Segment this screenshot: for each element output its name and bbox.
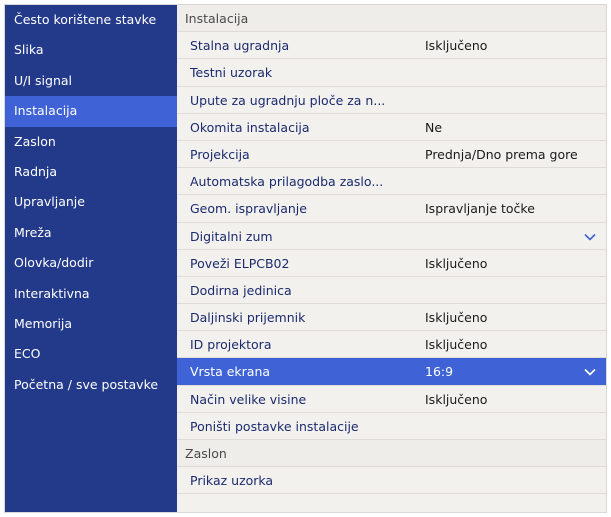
setting-permanent-install[interactable]: Stalna ugradnja Isključeno <box>177 32 606 60</box>
setting-projector-id[interactable]: ID projektora Isključeno <box>177 331 606 359</box>
setting-value: Isključeno <box>425 38 488 54</box>
sidebar-item-installation[interactable]: Instalacija <box>5 96 177 127</box>
setting-board-install-guide[interactable]: Upute za ugradnju ploče za n... <box>177 87 606 114</box>
setting-label: Okomita instalacija <box>190 119 310 135</box>
setting-value: Isključeno <box>425 391 488 407</box>
setting-screen-type[interactable]: Vrsta ekrana 16:9 <box>177 358 606 386</box>
setting-value: Prednja/Dno prema gore <box>425 146 578 162</box>
setting-label: Prikaz uzorka <box>190 473 274 489</box>
setting-value: Isključeno <box>425 310 488 326</box>
setting-label: Projekcija <box>190 146 250 162</box>
setting-auto-screen-fit[interactable]: Automatska prilagodba zaslo... <box>177 168 606 196</box>
setting-label: Poveži ELPCB02 <box>190 255 290 271</box>
setting-projection[interactable]: Projekcija Prednja/Dno prema gore <box>177 141 606 169</box>
chevron-down-icon[interactable] <box>584 366 596 378</box>
sidebar-item-display[interactable]: Zaslon <box>5 127 177 157</box>
sidebar-item-network[interactable]: Mreža <box>5 218 177 248</box>
setting-geometry-correction[interactable]: Geom. ispravljanje Ispravljanje točke <box>177 195 606 223</box>
setting-label: Digitalni zum <box>190 228 273 244</box>
setting-vertical-install[interactable]: Okomita instalacija Ne <box>177 114 606 141</box>
setting-label: Daljinski prijemnik <box>190 310 306 326</box>
setting-high-altitude-mode[interactable]: Način velike visine Isključeno <box>177 386 606 413</box>
setting-label: Vrsta ekrana <box>190 364 271 380</box>
sidebar-item-memory[interactable]: Memorija <box>5 309 177 339</box>
section-header-installation: Instalacija <box>177 5 606 33</box>
section-header-display: Zaslon <box>177 440 606 468</box>
setting-remote-receiver[interactable]: Daljinski prijemnik Isključeno <box>177 304 606 332</box>
sidebar-item-pen-touch[interactable]: Olovka/dodir <box>5 248 177 278</box>
setting-value: 16:9 <box>425 364 454 380</box>
setting-label: Dodirna jedinica <box>190 282 292 298</box>
setting-reset-installation[interactable]: Poništi postavke instalacije <box>177 413 606 440</box>
setting-value: Ispravljanje točke <box>425 201 535 217</box>
sidebar-item-operation[interactable]: Radnja <box>5 157 177 187</box>
setting-value: Isključeno <box>425 337 488 353</box>
setting-connect-elpcb02[interactable]: Poveži ELPCB02 Isključeno <box>177 250 606 277</box>
sidebar-item-management[interactable]: Upravljanje <box>5 187 177 217</box>
setting-label: Način velike visine <box>190 391 307 407</box>
sidebar-item-interactive[interactable]: Interaktivna <box>5 279 177 309</box>
chevron-down-icon[interactable] <box>584 231 596 243</box>
setting-label: Geom. ispravljanje <box>190 201 307 217</box>
setting-label: ID projektora <box>190 337 272 353</box>
setting-value: Ne <box>425 119 443 135</box>
setting-value: Isključeno <box>425 255 488 271</box>
sidebar-item-initial-all-settings[interactable]: Početna / sve postavke <box>5 370 177 400</box>
sidebar-item-frequent[interactable]: Često korištene stavke <box>5 5 177 35</box>
setting-label: Upute za ugradnju ploče za n... <box>190 92 386 108</box>
setting-test-pattern[interactable]: Testni uzorak <box>177 59 606 87</box>
setting-show-pattern[interactable]: Prikaz uzorka <box>177 467 606 495</box>
setting-touch-unit[interactable]: Dodirna jedinica <box>177 277 606 305</box>
setting-label: Automatska prilagodba zaslo... <box>190 174 384 190</box>
sidebar-item-image[interactable]: Slika <box>5 35 177 65</box>
setting-digital-zoom[interactable]: Digitalni zum <box>177 223 606 250</box>
setting-label: Poništi postavke instalacije <box>190 418 359 434</box>
setting-label: Stalna ugradnja <box>190 38 290 54</box>
settings-list: Instalacija Stalna ugradnja Isključeno T… <box>177 5 606 512</box>
projector-menu: Često korištene stavke Slika U/I signal … <box>4 4 607 513</box>
sidebar-item-eco[interactable]: ECO <box>5 339 177 369</box>
setting-label: Testni uzorak <box>190 65 273 81</box>
sidebar-item-io-signal[interactable]: U/I signal <box>5 66 177 96</box>
sidebar: Često korištene stavke Slika U/I signal … <box>5 5 177 512</box>
